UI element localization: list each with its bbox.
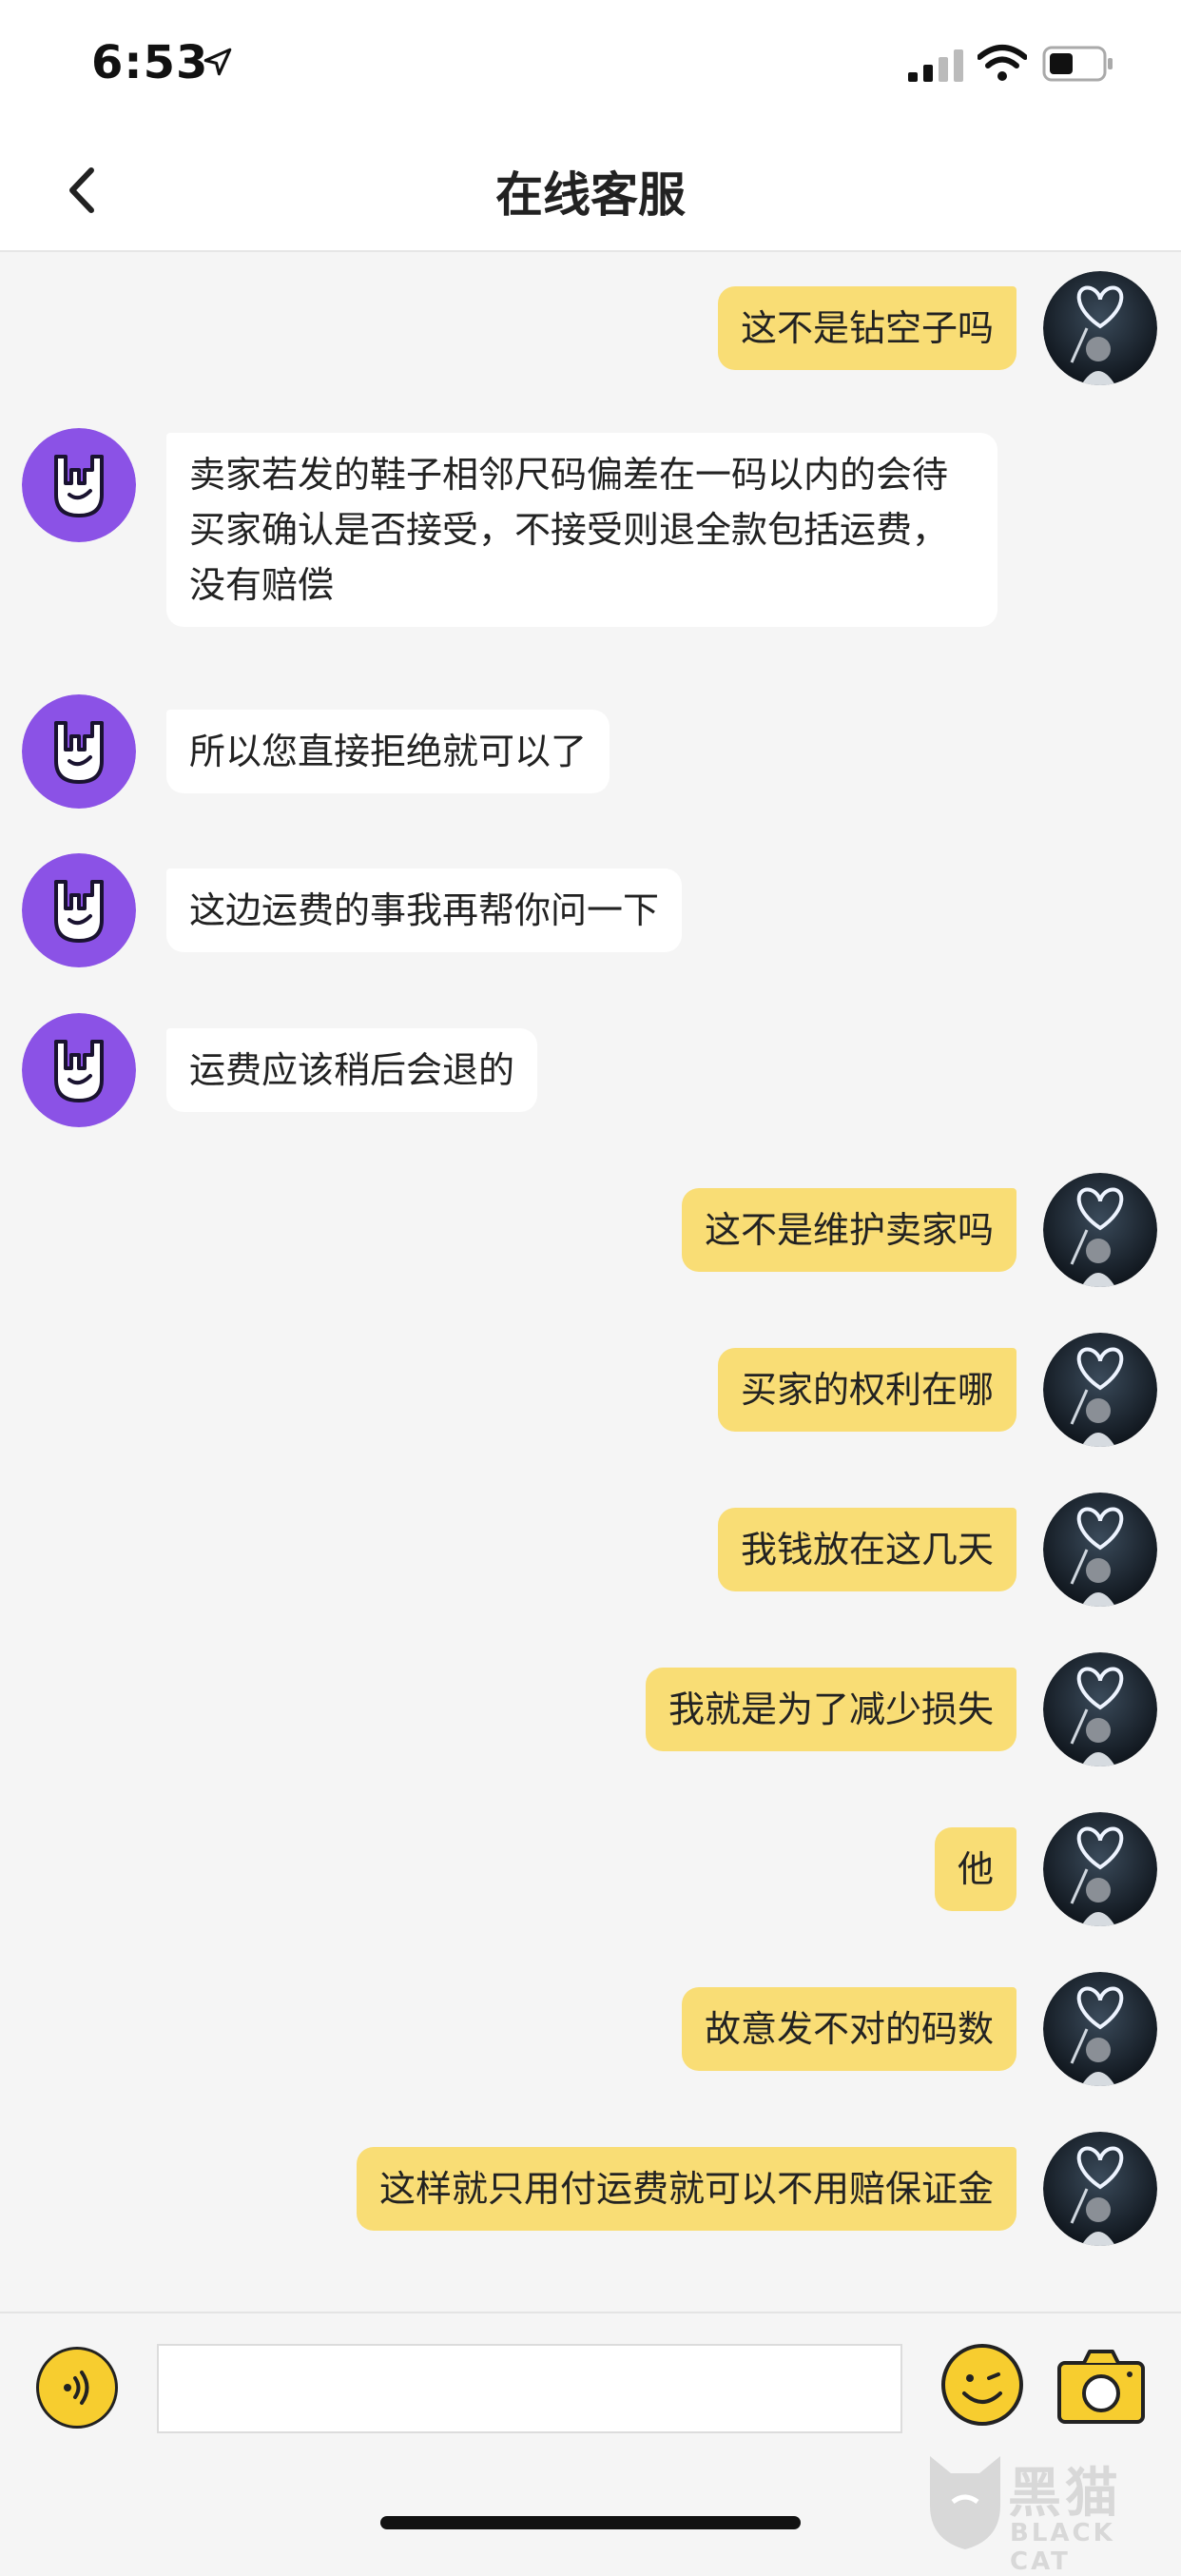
status-time: 6:53	[91, 36, 209, 89]
message-bubble[interactable]: 我钱放在这几天	[717, 1508, 1016, 1591]
message-bubble[interactable]: 这不是钻空子吗	[717, 286, 1016, 370]
nav-bar: 在线客服	[0, 128, 1181, 252]
chat-message-list[interactable]: 这不是钻空子吗卖家若发的鞋子相邻尺码偏差在一码以内的会待买家确认是否接受，不接受…	[0, 252, 1181, 2312]
battery-icon	[1042, 46, 1113, 82]
location-arrow-icon	[203, 48, 232, 76]
emoji-icon[interactable]	[939, 2342, 1025, 2428]
message-bubble[interactable]: 这样就只用付运费就可以不用赔保证金	[356, 2147, 1016, 2231]
user-avatar[interactable]	[1043, 1493, 1157, 1607]
watermark-en: BLACK CAT	[1010, 2519, 1115, 2576]
message-bubble[interactable]: 买家的权利在哪	[717, 1348, 1016, 1432]
user-avatar[interactable]	[1043, 1652, 1157, 1766]
status-bar: 6:53	[0, 0, 1181, 128]
wifi-icon	[978, 45, 1027, 81]
user-avatar[interactable]	[1043, 1333, 1157, 1447]
user-avatar[interactable]	[1043, 271, 1157, 385]
black-cat-logo-icon	[930, 2456, 1000, 2549]
message-bubble[interactable]: 这边运费的事我再帮你问一下	[166, 868, 683, 952]
home-indicator	[380, 2516, 801, 2529]
message-input[interactable]	[157, 2344, 902, 2433]
agent-avatar[interactable]	[22, 428, 136, 542]
message-bubble[interactable]: 这不是维护卖家吗	[681, 1188, 1016, 1272]
message-bubble[interactable]: 他	[934, 1827, 1016, 1911]
message-bubble[interactable]: 运费应该稍后会退的	[166, 1028, 538, 1112]
watermark: 黑猫 BLACK CAT	[922, 2445, 1181, 2576]
signal-icon	[908, 49, 963, 82]
message-bubble[interactable]: 故意发不对的码数	[681, 1987, 1016, 2071]
agent-avatar[interactable]	[22, 1013, 136, 1127]
user-avatar[interactable]	[1043, 1173, 1157, 1287]
watermark-cn: 黑猫	[1008, 2463, 1122, 2525]
agent-avatar[interactable]	[22, 694, 136, 809]
user-avatar[interactable]	[1043, 1812, 1157, 1926]
user-avatar[interactable]	[1043, 1972, 1157, 2086]
user-avatar[interactable]	[1043, 2132, 1157, 2246]
message-bubble[interactable]: 所以您直接拒绝就可以了	[166, 710, 610, 793]
input-bar	[0, 2312, 1181, 2461]
agent-avatar[interactable]	[22, 853, 136, 967]
message-bubble[interactable]: 我就是为了减少损失	[645, 1668, 1016, 1751]
page-title: 在线客服	[495, 167, 686, 223]
message-bubble[interactable]: 卖家若发的鞋子相邻尺码偏差在一码以内的会待买家确认是否接受，不接受则退全款包括运…	[166, 433, 997, 627]
voice-icon	[64, 2371, 89, 2405]
voice-button[interactable]	[36, 2347, 118, 2429]
camera-icon[interactable]	[1055, 2342, 1147, 2428]
